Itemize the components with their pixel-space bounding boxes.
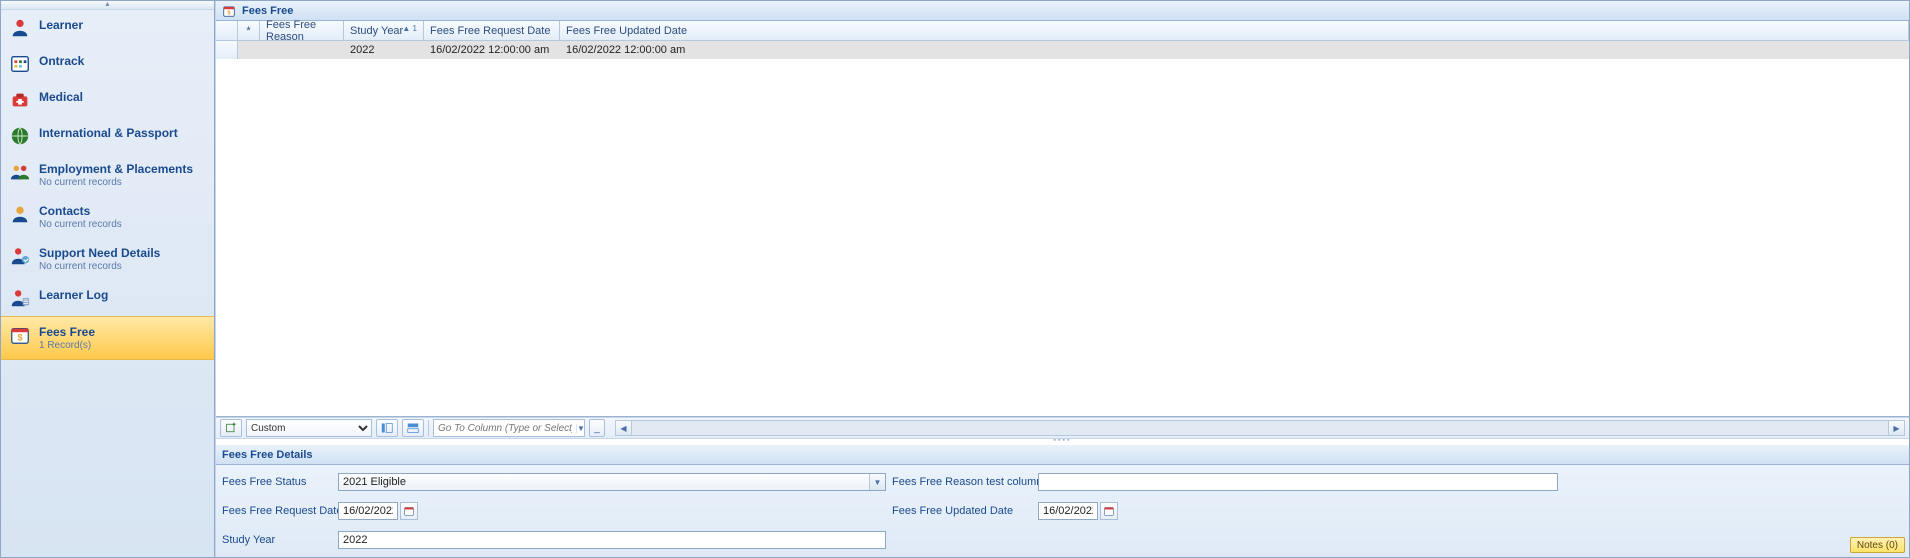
label-study-year: Study Year [222,534,332,546]
panel-title: Fees Free [242,5,293,17]
notes-button[interactable]: Notes (0) [1850,537,1905,553]
reason-test-input[interactable] [1038,473,1558,491]
column-fees-free-reason[interactable]: Fees Free Reason [260,21,344,40]
fees-calendar-icon: $ [9,324,31,346]
sidebar: ▲ Learner Ontrack Medical [1,1,215,557]
medical-bag-icon [9,89,31,111]
log-person-icon [9,287,31,309]
horizontal-scrollbar[interactable]: ◀ ▶ [615,420,1905,436]
details-title: Fees Free Details [222,449,313,461]
contact-icon [9,203,31,225]
row-indicator [216,41,238,59]
sidebar-item-label: Contacts [39,203,122,219]
scroll-left-icon[interactable]: ◀ [616,421,632,435]
grid-header: * Fees Free Reason Study Year ▲ 1 Fees F… [216,21,1909,41]
globe-icon [9,125,31,147]
cell-reason [260,41,344,59]
sidebar-item-medical[interactable]: Medical [1,82,214,118]
fees-free-grid: * Fees Free Reason Study Year ▲ 1 Fees F… [216,21,1909,417]
sidebar-item-fees-free[interactable]: $ Fees Free 1 Record(s) [1,316,214,360]
panel-title-bar: $ Fees Free [216,1,1909,21]
label-updated-date: Fees Free Updated Date [892,505,1032,517]
column-request-date[interactable]: Fees Free Request Date [424,21,560,40]
column-study-year[interactable]: Study Year ▲ 1 [344,21,424,40]
status-input[interactable] [338,473,886,491]
svg-text:$: $ [17,333,22,343]
sidebar-item-label: Ontrack [39,53,84,69]
cell-request-date: 16/02/2022 12:00:00 am [424,41,560,59]
sidebar-item-contacts[interactable]: Contacts No current records [1,196,214,238]
main-panel: $ Fees Free * Fees Free Reason Study Yea… [215,1,1909,557]
sidebar-item-label: Support Need Details [39,245,160,261]
sidebar-item-label: Fees Free [39,324,95,340]
column-star[interactable]: * [238,21,260,40]
fees-free-form: Fees Free Status ▼ Fees Free Reason test… [216,465,1909,557]
person-icon [9,17,31,39]
sidebar-item-support-needs[interactable]: Support Need Details No current records [1,238,214,280]
scroll-right-icon[interactable]: ▶ [1888,421,1904,435]
status-combo[interactable]: ▼ [338,473,886,491]
label-request-date: Fees Free Request Date [222,505,332,517]
sidebar-item-ontrack[interactable]: Ontrack [1,46,214,82]
calendar-icon[interactable] [400,502,418,520]
cell-updated-date: 16/02/2022 12:00:00 am [560,41,1909,59]
minimize-button[interactable]: _ [589,419,605,437]
sidebar-item-label: International & Passport [39,125,178,141]
grid-empty-area [216,59,1909,416]
chevron-down-icon[interactable]: ▼ [576,424,585,433]
label-status: Fees Free Status [222,476,332,488]
label-reason-test: Fees Free Reason test column [892,476,1032,488]
goto-column-combo[interactable]: ▼ [433,419,585,437]
people-icon [9,161,31,183]
layout-button-1[interactable] [376,419,398,437]
sidebar-collapse-handle[interactable]: ▲ [1,1,214,10]
details-header: Fees Free Details [216,445,1909,465]
support-person-icon [9,245,31,267]
layout-button-2[interactable] [402,419,424,437]
grid-row[interactable]: 2022 16/02/2022 12:00:00 am 16/02/2022 1… [216,41,1909,59]
add-row-button[interactable] [220,419,242,437]
sidebar-item-label: Employment & Placements [39,161,193,177]
sidebar-item-label: Learner [39,17,83,33]
chevron-down-icon[interactable]: ▼ [869,474,885,490]
row-indicator-header [216,21,238,40]
sidebar-item-learner[interactable]: Learner [1,10,214,46]
sidebar-item-learner-log[interactable]: Learner Log [1,280,214,316]
goto-column-input[interactable] [434,423,576,434]
updated-date-input[interactable] [1038,502,1098,520]
sidebar-item-label: Learner Log [39,287,108,303]
calendar-icon[interactable] [1100,502,1118,520]
study-year-input[interactable] [338,531,886,549]
request-date-input[interactable] [338,502,398,520]
calendar-grid-icon [9,53,31,75]
fees-calendar-icon: $ [222,4,236,18]
sidebar-item-label: Medical [39,89,83,105]
column-updated-date[interactable]: Fees Free Updated Date [560,21,1909,40]
sidebar-item-international[interactable]: International & Passport [1,118,214,154]
filter-select[interactable]: Custom [246,419,372,437]
cell-year: 2022 [344,41,424,59]
sidebar-item-employment[interactable]: Employment & Placements No current recor… [1,154,214,196]
sort-asc-icon: ▲ 1 [402,24,417,33]
grid-toolbar: Custom ▼ _ ◀ ▶ [216,417,1909,439]
